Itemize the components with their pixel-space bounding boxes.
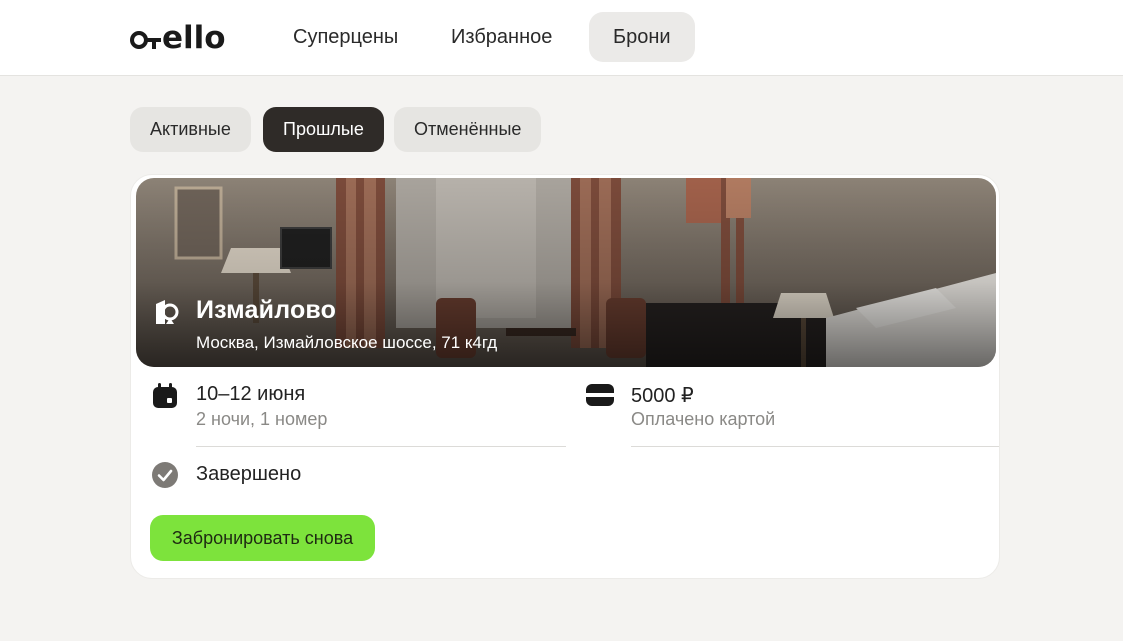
hotel-address: Москва, Измайловское шоссе, 71 к4гд bbox=[196, 333, 498, 352]
rebook-button[interactable]: Забронировать снова bbox=[150, 515, 375, 561]
card-icon bbox=[586, 384, 614, 406]
divider-right bbox=[631, 446, 999, 447]
nav-superprices[interactable]: Суперцены bbox=[269, 12, 422, 62]
svg-text:ello: ello bbox=[162, 20, 226, 52]
tab-active[interactable]: Активные bbox=[130, 107, 251, 152]
check-circle-icon bbox=[152, 462, 178, 488]
otello-logo[interactable]: ello bbox=[130, 20, 244, 52]
hotel-building-icon bbox=[156, 300, 179, 324]
hotel-photo[interactable]: Измайлово Москва, Измайловское шоссе, 71… bbox=[136, 178, 996, 367]
booking-price: 5000 ₽ bbox=[631, 385, 694, 407]
nav-bookings[interactable]: Брони bbox=[589, 12, 695, 62]
tab-cancelled[interactable]: Отменённые bbox=[394, 107, 542, 152]
divider-left bbox=[196, 446, 566, 447]
hotel-name: Измайлово bbox=[196, 296, 337, 324]
booking-card: Измайлово Москва, Измайловское шоссе, 71… bbox=[130, 174, 1000, 579]
payment-method: Оплачено картой bbox=[631, 409, 776, 429]
booking-details: 2 ночи, 1 номер bbox=[196, 409, 328, 429]
nav-favorites[interactable]: Избранное bbox=[427, 12, 576, 62]
booking-status: Завершено bbox=[196, 463, 302, 485]
tab-past[interactable]: Прошлые bbox=[263, 107, 384, 152]
booking-dates: 10–12 июня bbox=[196, 383, 306, 405]
top-header: ello Суперцены Избранное Брони bbox=[0, 0, 1123, 76]
calendar-icon bbox=[153, 383, 177, 408]
